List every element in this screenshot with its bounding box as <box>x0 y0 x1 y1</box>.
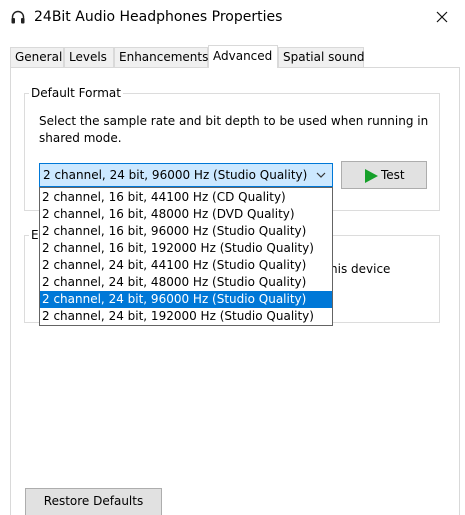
sample-rate-option[interactable]: 2 channel, 16 bit, 96000 Hz (Studio Qual… <box>40 223 332 240</box>
tab-spatial-sound[interactable]: Spatial sound <box>278 47 365 67</box>
close-button[interactable] <box>419 0 465 34</box>
tab-enhancements[interactable]: Enhancements <box>114 47 208 67</box>
sample-rate-option[interactable]: 2 channel, 16 bit, 192000 Hz (Studio Qua… <box>40 240 332 257</box>
tab-levels[interactable]: Levels <box>64 47 114 67</box>
sample-rate-option[interactable]: 2 channel, 16 bit, 44100 Hz (CD Quality) <box>40 189 332 206</box>
test-button-label: Test <box>381 168 405 182</box>
sample-rate-dropdown-list: 2 channel, 16 bit, 44100 Hz (CD Quality)… <box>39 187 333 326</box>
sample-rate-option-selected[interactable]: 2 channel, 24 bit, 96000 Hz (Studio Qual… <box>40 291 332 308</box>
tab-general[interactable]: General <box>10 47 64 67</box>
exclusive-mode-text: his device <box>330 262 391 276</box>
headphones-icon <box>11 10 25 24</box>
default-format-label: Default Format <box>29 86 123 100</box>
default-format-description: Select the sample rate and bit depth to … <box>39 114 429 145</box>
sample-rate-option[interactable]: 2 channel, 24 bit, 44100 Hz (Studio Qual… <box>40 257 332 274</box>
sample-rate-combobox[interactable]: 2 channel, 24 bit, 96000 Hz (Studio Qual… <box>39 163 333 187</box>
play-icon <box>365 169 378 183</box>
tab-strip: General Levels Enhancements Advanced Spa… <box>10 45 460 68</box>
close-icon <box>436 11 448 23</box>
chevron-down-icon <box>316 172 326 178</box>
window-title: 24Bit Audio Headphones Properties <box>34 9 283 25</box>
title-bar: 24Bit Audio Headphones Properties <box>0 0 465 34</box>
restore-defaults-button[interactable]: Restore Defaults <box>25 488 162 515</box>
sample-rate-selected-value: 2 channel, 24 bit, 96000 Hz (Studio Qual… <box>43 168 308 182</box>
sample-rate-option[interactable]: 2 channel, 24 bit, 48000 Hz (Studio Qual… <box>40 274 332 291</box>
tab-advanced[interactable]: Advanced <box>208 45 278 68</box>
sample-rate-option[interactable]: 2 channel, 24 bit, 192000 Hz (Studio Qua… <box>40 308 332 325</box>
sample-rate-option[interactable]: 2 channel, 16 bit, 48000 Hz (DVD Quality… <box>40 206 332 223</box>
test-button[interactable]: Test <box>341 161 427 189</box>
